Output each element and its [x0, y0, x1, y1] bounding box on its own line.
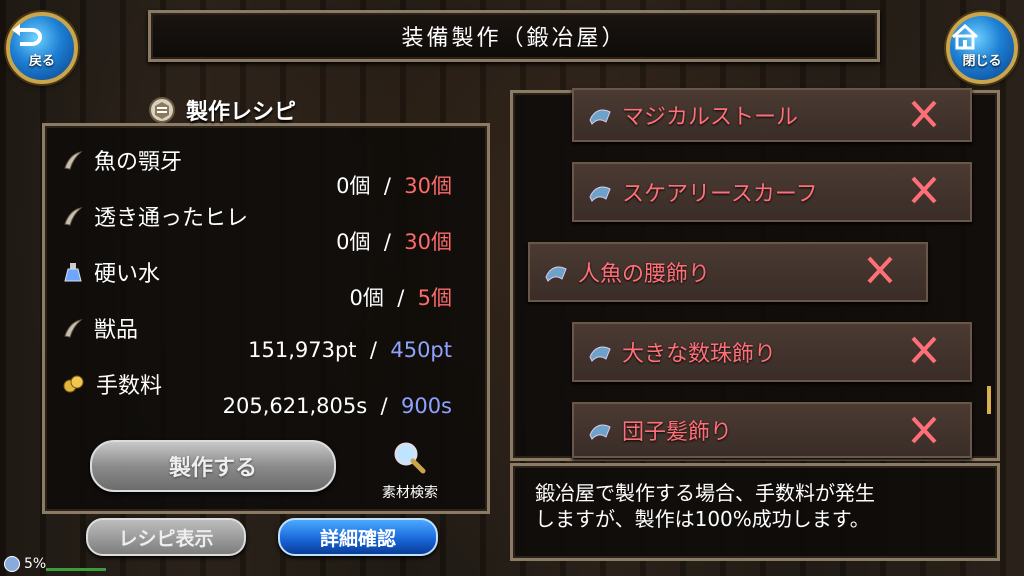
coins-icon — [63, 375, 84, 393]
list-scrollbar[interactable] — [987, 386, 991, 414]
fang-icon — [64, 207, 83, 226]
scarf-icon — [589, 109, 611, 125]
material-name: 獣品 — [94, 318, 139, 343]
item-name: 人魚の腰飾り — [578, 262, 711, 287]
material-name: 透き通ったヒレ — [94, 206, 249, 231]
scarf-icon — [589, 424, 611, 440]
unavailable-x-icon — [911, 100, 937, 128]
description-text: 鍛冶屋で製作する場合、手数料が発生 しますが、製作は100%成功します。 — [535, 481, 875, 531]
search-materials-label: 素材検索 — [382, 485, 438, 501]
material-name: 魚の顎牙 — [94, 150, 183, 175]
return-arrow-icon — [12, 24, 42, 46]
title-bar: 装備製作（鍛冶屋） — [148, 10, 880, 62]
craft-button[interactable]: 製作する — [90, 440, 336, 492]
unavailable-x-icon — [911, 336, 937, 364]
scarf-icon — [589, 186, 611, 202]
list-item[interactable]: 団子髪飾り — [572, 402, 972, 458]
material-count: 205,621,805s / 900s — [222, 394, 452, 418]
recipe-header: 製作レシピ — [148, 92, 338, 128]
status-orb-icon — [4, 556, 20, 572]
item-name: マジカルストール — [622, 105, 799, 130]
unavailable-x-icon — [911, 176, 937, 204]
home-icon — [951, 24, 979, 50]
material-count: 0個 / 30個 — [336, 174, 452, 198]
scarf-icon — [545, 266, 567, 282]
back-label: 戻る — [28, 54, 55, 69]
fang-icon — [64, 319, 83, 338]
fang-icon — [64, 151, 83, 170]
list-item-selected[interactable]: 人魚の腰飾り — [528, 242, 928, 302]
detail-button[interactable]: 詳細確認 — [278, 518, 438, 556]
material-count: 0個 / 30個 — [336, 230, 452, 254]
back-button[interactable]: 戻る — [6, 12, 78, 84]
close-button[interactable]: 閉じる — [946, 12, 1018, 84]
potion-icon — [64, 263, 82, 282]
status-percent: 5% — [24, 556, 47, 572]
page-title: 装備製作（鍛冶屋） — [401, 26, 627, 51]
item-name: 団子髪飾り — [622, 420, 733, 445]
recipe-heading: 製作レシピ — [186, 100, 297, 125]
craft-button-label: 製作する — [168, 456, 257, 481]
search-materials-button[interactable]: 素材検索 — [368, 440, 452, 501]
detail-label: 詳細確認 — [319, 527, 396, 550]
list-item[interactable]: 大きな数珠飾り — [572, 322, 972, 382]
scarf-icon — [589, 346, 611, 362]
list-item[interactable]: マジカルストール — [572, 88, 972, 142]
recipe-view-button[interactable]: レシピ表示 — [86, 518, 246, 556]
recipe-view-label: レシピ表示 — [118, 527, 214, 550]
status-bar — [46, 568, 106, 571]
description-panel: 鍛冶屋で製作する場合、手数料が発生 しますが、製作は100%成功します。 — [510, 463, 1000, 561]
unavailable-x-icon — [867, 256, 893, 284]
unavailable-x-icon — [911, 416, 937, 444]
magnifier-icon — [394, 442, 426, 474]
close-label: 閉じる — [962, 54, 1002, 69]
material-name: 手数料 — [96, 374, 163, 399]
material-count: 151,973pt / 450pt — [248, 338, 452, 362]
material-count: 0個 / 5個 — [349, 286, 452, 310]
material-name: 硬い水 — [94, 262, 161, 287]
recipe-book-icon — [149, 97, 175, 123]
status-indicator: 5% — [4, 556, 46, 572]
item-name: 大きな数珠飾り — [622, 342, 777, 367]
list-item[interactable]: スケアリースカーフ — [572, 162, 972, 222]
item-name: スケアリースカーフ — [622, 182, 818, 207]
